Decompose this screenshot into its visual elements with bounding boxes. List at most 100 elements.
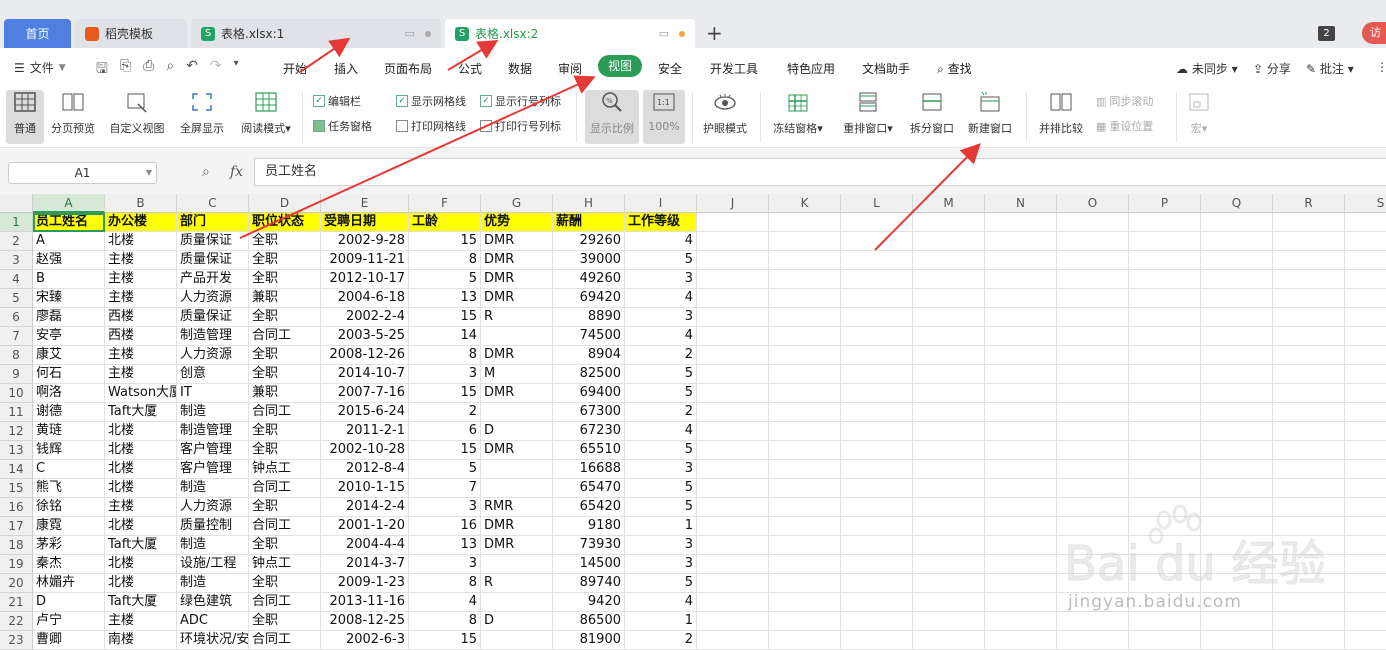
cell-p14[interactable] <box>1129 460 1201 479</box>
cell-a17[interactable]: 康霓 <box>33 517 105 536</box>
cell-c2[interactable]: 质量保证 <box>177 232 249 251</box>
page-break-preview-button[interactable]: 分页预览 <box>47 90 99 136</box>
cell-q7[interactable] <box>1201 327 1273 346</box>
cell-f9[interactable]: 3 <box>409 365 481 384</box>
cell-b15[interactable]: 北楼 <box>105 479 177 498</box>
cell-h23[interactable]: 81900 <box>553 631 625 650</box>
cell-c22[interactable]: ADC <box>177 612 249 631</box>
cell-g18[interactable]: DMR <box>481 536 553 555</box>
column-header-l[interactable]: L <box>841 194 913 213</box>
cell-k7[interactable] <box>769 327 841 346</box>
cell-h11[interactable]: 67300 <box>553 403 625 422</box>
cell-h22[interactable]: 86500 <box>553 612 625 631</box>
side-by-side-button[interactable]: 并排比较 <box>1036 90 1086 136</box>
cell-m18[interactable] <box>913 536 985 555</box>
tab-file-1[interactable]: S 表格.xlsx:1 ▭ <box>191 19 441 48</box>
cell-l12[interactable] <box>841 422 913 441</box>
cell-p3[interactable] <box>1129 251 1201 270</box>
cell-s15[interactable] <box>1345 479 1386 498</box>
cell-h16[interactable]: 65420 <box>553 498 625 517</box>
cell-s9[interactable] <box>1345 365 1386 384</box>
cell-j9[interactable] <box>697 365 769 384</box>
cell-k1[interactable] <box>769 213 841 232</box>
cell-m22[interactable] <box>913 612 985 631</box>
cell-b12[interactable]: 北楼 <box>105 422 177 441</box>
cell-i19[interactable]: 3 <box>625 555 697 574</box>
cell-e8[interactable]: 2008-12-26 <box>321 346 409 365</box>
cell-b9[interactable]: 主楼 <box>105 365 177 384</box>
cell-a16[interactable]: 徐铭 <box>33 498 105 517</box>
eye-protection-button[interactable]: 护眼模式 <box>698 90 752 136</box>
cell-c5[interactable]: 人力资源 <box>177 289 249 308</box>
cell-j10[interactable] <box>697 384 769 403</box>
cell-p4[interactable] <box>1129 270 1201 289</box>
cell-g17[interactable]: DMR <box>481 517 553 536</box>
cell-k12[interactable] <box>769 422 841 441</box>
menu-insert[interactable]: 插入 <box>334 60 358 77</box>
cell-k15[interactable] <box>769 479 841 498</box>
cell-p23[interactable] <box>1129 631 1201 650</box>
row-header[interactable]: 3 <box>0 251 33 270</box>
cell-k21[interactable] <box>769 593 841 612</box>
cell-g23[interactable] <box>481 631 553 650</box>
row-header[interactable]: 20 <box>0 574 33 593</box>
redo-icon[interactable]: ↷ <box>210 58 222 82</box>
cell-e14[interactable]: 2012-8-4 <box>321 460 409 479</box>
new-tab-button[interactable]: + <box>706 21 723 45</box>
cell-d21[interactable]: 合同工 <box>249 593 321 612</box>
cell-j5[interactable] <box>697 289 769 308</box>
cell-r4[interactable] <box>1273 270 1345 289</box>
cell-s19[interactable] <box>1345 555 1386 574</box>
cell-j8[interactable] <box>697 346 769 365</box>
cell-f5[interactable]: 13 <box>409 289 481 308</box>
cell-c4[interactable]: 产品开发 <box>177 270 249 289</box>
cell-s22[interactable] <box>1345 612 1386 631</box>
cell-l16[interactable] <box>841 498 913 517</box>
cell-c10[interactable]: IT <box>177 384 249 403</box>
cell-q5[interactable] <box>1201 289 1273 308</box>
cell-p13[interactable] <box>1129 441 1201 460</box>
cell-g19[interactable] <box>481 555 553 574</box>
cell-r10[interactable] <box>1273 384 1345 403</box>
cell-a6[interactable]: 廖磊 <box>33 308 105 327</box>
cell-c3[interactable]: 质量保证 <box>177 251 249 270</box>
cell-j15[interactable] <box>697 479 769 498</box>
cell-e10[interactable]: 2007-7-16 <box>321 384 409 403</box>
cell-e7[interactable]: 2003-5-25 <box>321 327 409 346</box>
cell-e18[interactable]: 2004-4-4 <box>321 536 409 555</box>
column-header-c[interactable]: C <box>177 194 249 213</box>
cell-a4[interactable]: B <box>33 270 105 289</box>
cell-b18[interactable]: Taft大厦 <box>105 536 177 555</box>
cell-f17[interactable]: 16 <box>409 517 481 536</box>
cell-s5[interactable] <box>1345 289 1386 308</box>
cell-i11[interactable]: 2 <box>625 403 697 422</box>
cell-r23[interactable] <box>1273 631 1345 650</box>
row-header[interactable]: 14 <box>0 460 33 479</box>
cell-i3[interactable]: 5 <box>625 251 697 270</box>
cell-o14[interactable] <box>1057 460 1129 479</box>
monitor-icon[interactable]: ▭ <box>405 27 415 40</box>
edit-bar-checkbox[interactable]: ✓ 编辑栏 <box>313 93 361 109</box>
cell-o13[interactable] <box>1057 441 1129 460</box>
cell-o3[interactable] <box>1057 251 1129 270</box>
cell-k19[interactable] <box>769 555 841 574</box>
cell-d23[interactable]: 合同工 <box>249 631 321 650</box>
cell-i13[interactable]: 5 <box>625 441 697 460</box>
cell-l20[interactable] <box>841 574 913 593</box>
cell-e2[interactable]: 2002-9-28 <box>321 232 409 251</box>
cell-b11[interactable]: Taft大厦 <box>105 403 177 422</box>
row-header[interactable]: 17 <box>0 517 33 536</box>
cell-j20[interactable] <box>697 574 769 593</box>
cell-e17[interactable]: 2001-1-20 <box>321 517 409 536</box>
cell-n4[interactable] <box>985 270 1057 289</box>
cell-c13[interactable]: 客户管理 <box>177 441 249 460</box>
cell-e23[interactable]: 2002-6-3 <box>321 631 409 650</box>
column-header-n[interactable]: N <box>985 194 1057 213</box>
cell-h8[interactable]: 8904 <box>553 346 625 365</box>
new-window-button[interactable]: 新建窗口 <box>964 90 1016 136</box>
cell-l10[interactable] <box>841 384 913 403</box>
cell-f12[interactable]: 6 <box>409 422 481 441</box>
cell-s17[interactable] <box>1345 517 1386 536</box>
cell-c21[interactable]: 绿色建筑 <box>177 593 249 612</box>
reset-position-button[interactable]: ▦ 重设位置 <box>1096 118 1153 134</box>
